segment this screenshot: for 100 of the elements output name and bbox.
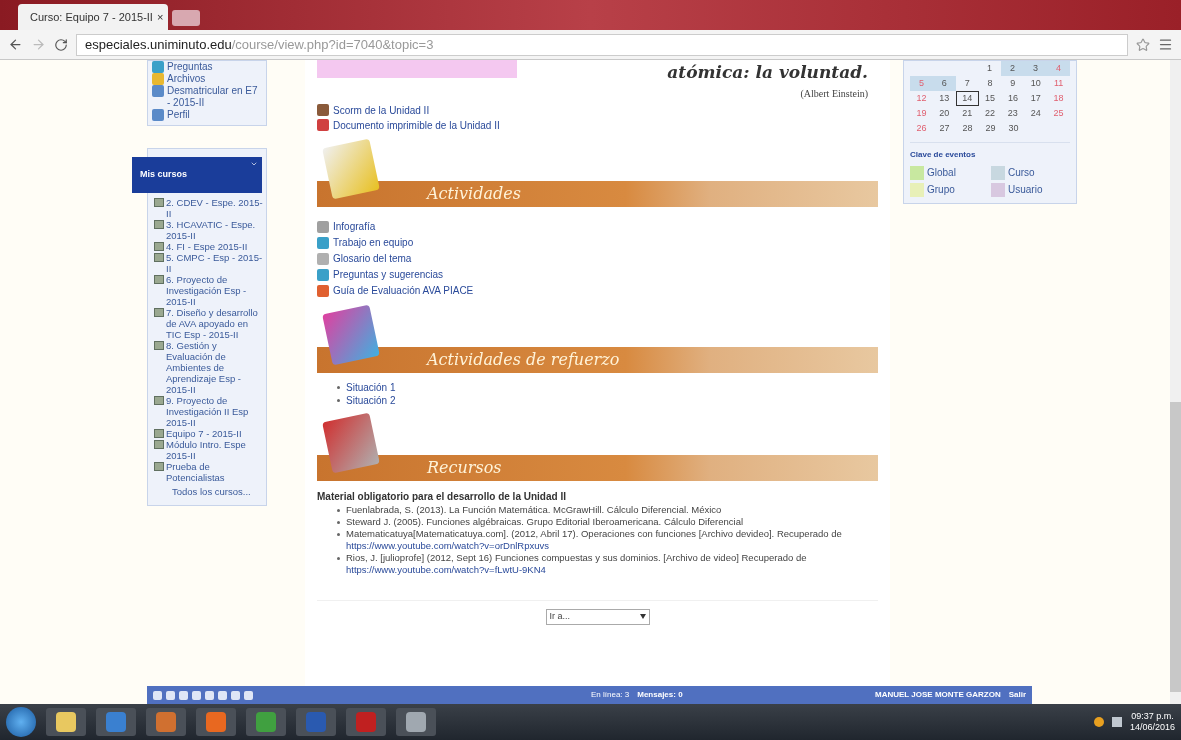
collapse-icon[interactable] bbox=[250, 160, 258, 168]
calendar-day[interactable]: 16 bbox=[1001, 91, 1025, 106]
nav-link[interactable]: Perfil bbox=[167, 109, 190, 121]
course-icon bbox=[154, 198, 164, 207]
reference-text: Fuenlabrada, S. (2013). La Función Matemática. McGrawHill. Cálculo Diferencial. México bbox=[346, 503, 722, 516]
url-path: /course/view.php?id=7040&topic=3 bbox=[231, 35, 434, 54]
course-link[interactable]: Prueba de Potencialistas bbox=[166, 461, 264, 483]
logout-link[interactable]: Salir bbox=[1008, 689, 1026, 701]
calendar-day[interactable]: 20 bbox=[932, 106, 956, 121]
reload-icon[interactable] bbox=[54, 37, 68, 52]
star-icon[interactable] bbox=[1136, 37, 1150, 52]
calendar-day[interactable]: 14 bbox=[955, 91, 979, 106]
video-link[interactable]: https://www.youtube.com/watch?v=orDnlRpxuvs bbox=[346, 539, 550, 551]
menu-icon[interactable] bbox=[1158, 37, 1173, 52]
course-link[interactable]: 4. FI - Espe 2015-II bbox=[166, 241, 248, 252]
calendar-day[interactable]: 1 bbox=[978, 61, 1001, 76]
calendar-day[interactable]: 29 bbox=[979, 121, 1002, 136]
activity-link[interactable]: Situación 2 bbox=[346, 393, 396, 407]
online-count[interactable]: En línea: 3 bbox=[591, 689, 630, 701]
calendar-day[interactable]: 23 bbox=[1001, 106, 1025, 121]
calendar-day[interactable]: 7 bbox=[955, 76, 979, 91]
messages-count[interactable]: Mensajes: 0 bbox=[637, 689, 683, 701]
calendar-day[interactable]: 6 bbox=[932, 76, 956, 91]
all-courses-link[interactable]: Todos los cursos... bbox=[154, 483, 264, 497]
tray-icon[interactable] bbox=[1093, 717, 1104, 727]
bullet-icon bbox=[337, 508, 340, 512]
legend-label[interactable]: Global bbox=[927, 165, 956, 180]
app-icon[interactable] bbox=[246, 708, 286, 736]
legend-label[interactable]: Usuario bbox=[1008, 182, 1043, 197]
calendar-day[interactable]: 2 bbox=[1001, 61, 1024, 76]
dropdown-icon bbox=[639, 614, 646, 619]
address-bar[interactable]: especiales.uniminuto.edu/course/view.php?id=7040&topic=3 bbox=[76, 33, 1128, 56]
bullet-icon bbox=[337, 520, 340, 524]
bullet-icon bbox=[337, 532, 340, 536]
calendar-day[interactable]: 30 bbox=[1002, 121, 1025, 136]
back-icon[interactable] bbox=[8, 37, 23, 52]
video-link[interactable]: https://www.youtube.com/watch?v=fLwtU-9KN4 bbox=[346, 563, 546, 575]
bullet-icon bbox=[337, 385, 340, 389]
course-link[interactable]: Módulo Intro. Espe 2015-II bbox=[166, 439, 264, 461]
block-title: Mis cursos bbox=[140, 168, 188, 182]
bullet-icon bbox=[337, 398, 340, 402]
scroll-thumb[interactable] bbox=[1170, 402, 1181, 692]
activity-link[interactable]: Infografía bbox=[333, 218, 376, 235]
activity-link[interactable]: Glosario del tema bbox=[333, 250, 412, 267]
course-icon bbox=[154, 396, 164, 405]
nav-link[interactable]: Preguntas bbox=[167, 61, 213, 73]
app-icon[interactable] bbox=[396, 708, 436, 736]
quote-author: (Albert Einstein) bbox=[800, 86, 868, 101]
close-icon[interactable]: × bbox=[156, 8, 164, 26]
app-icon[interactable] bbox=[96, 708, 136, 736]
activity-link[interactable]: Situación 1 bbox=[346, 380, 396, 394]
course-icon bbox=[154, 462, 164, 471]
browser-tab[interactable]: Curso: Equipo 7 - 2015-II × bbox=[18, 4, 168, 30]
activity-link[interactable]: Guía de Evaluación AVA PIACE bbox=[333, 282, 474, 299]
course-link[interactable]: 2. CDEV - Espe. 2015-II bbox=[166, 197, 264, 219]
calendar-day[interactable]: 17 bbox=[1024, 91, 1048, 106]
calendar-day[interactable]: 10 bbox=[1024, 76, 1048, 91]
start-button[interactable] bbox=[6, 707, 36, 737]
nav-link[interactable]: Desmatricular en E7 - 2015-II bbox=[167, 85, 262, 109]
quote-text: atómica: la voluntad. bbox=[667, 61, 868, 84]
calendar-day[interactable]: 21 bbox=[955, 106, 979, 121]
clock-date[interactable]: 14/06/2016 bbox=[1129, 722, 1175, 733]
calendar-day[interactable]: 27 bbox=[933, 121, 956, 136]
bullet-icon bbox=[337, 556, 340, 560]
tab-title: Curso: Equipo 7 - 2015-II bbox=[30, 9, 153, 25]
course-link[interactable]: 5. CMPC - Esp - 2015-II bbox=[166, 252, 264, 274]
section-title: Actividades de refuerzo bbox=[427, 348, 620, 371]
calendar-day[interactable]: 8 bbox=[978, 76, 1002, 91]
calendar-day[interactable]: 24 bbox=[1024, 106, 1048, 121]
course-link[interactable]: 7. Diseño y desarrollo de AVA apoyado en TIC Esp - 2015-II bbox=[166, 307, 264, 340]
course-link[interactable]: 3. HCAVATIC - Espe. 2015-II bbox=[166, 219, 264, 241]
course-icon bbox=[154, 275, 164, 284]
resource-link[interactable]: Scorm de la Unidad II bbox=[333, 102, 430, 118]
clock-time[interactable]: 09:37 p.m. bbox=[1131, 711, 1174, 722]
resource-link[interactable]: Documento imprimible de la Unidad II bbox=[333, 117, 500, 133]
course-link[interactable]: 9. Proyecto de Investigación II Esp 2015-II bbox=[166, 395, 264, 428]
calendar-day[interactable]: 15 bbox=[978, 91, 1002, 106]
course-icon bbox=[154, 308, 164, 317]
course-icon bbox=[154, 220, 164, 229]
legend-label[interactable]: Grupo bbox=[927, 182, 955, 197]
course-icon bbox=[154, 341, 164, 350]
activity-link[interactable]: Preguntas y sugerencias bbox=[333, 266, 444, 283]
calendar-day[interactable]: 28 bbox=[956, 121, 979, 136]
course-link[interactable]: 6. Proyecto de Investigación Esp - 2015-II bbox=[166, 274, 264, 307]
resources-heading: Material obligatorio para el desarrollo de la Unidad II bbox=[317, 489, 567, 504]
app-icon[interactable] bbox=[196, 708, 236, 736]
course-link[interactable]: Equipo 7 - 2015-II bbox=[166, 428, 242, 439]
activity-link[interactable]: Trabajo en equipo bbox=[333, 234, 414, 251]
app-icon[interactable] bbox=[46, 708, 86, 736]
calendar-day[interactable]: 9 bbox=[1001, 76, 1025, 91]
section-title: Recursos bbox=[427, 456, 502, 479]
calendar-day[interactable]: 13 bbox=[932, 91, 956, 106]
legend-label[interactable]: Curso bbox=[1008, 165, 1035, 180]
legend-title: Clave de eventos bbox=[910, 149, 977, 161]
nav-link[interactable]: Archivos bbox=[167, 73, 206, 85]
calendar-day[interactable]: 22 bbox=[978, 106, 1002, 121]
jump-select[interactable]: Ir a... bbox=[545, 608, 650, 625]
calendar-day[interactable]: 3 bbox=[1024, 61, 1047, 76]
app-icon[interactable] bbox=[146, 708, 186, 736]
course-link[interactable]: 8. Gestión y Evaluación de Ambientes de Aprendizaje Esp - 2015-II bbox=[166, 340, 264, 395]
